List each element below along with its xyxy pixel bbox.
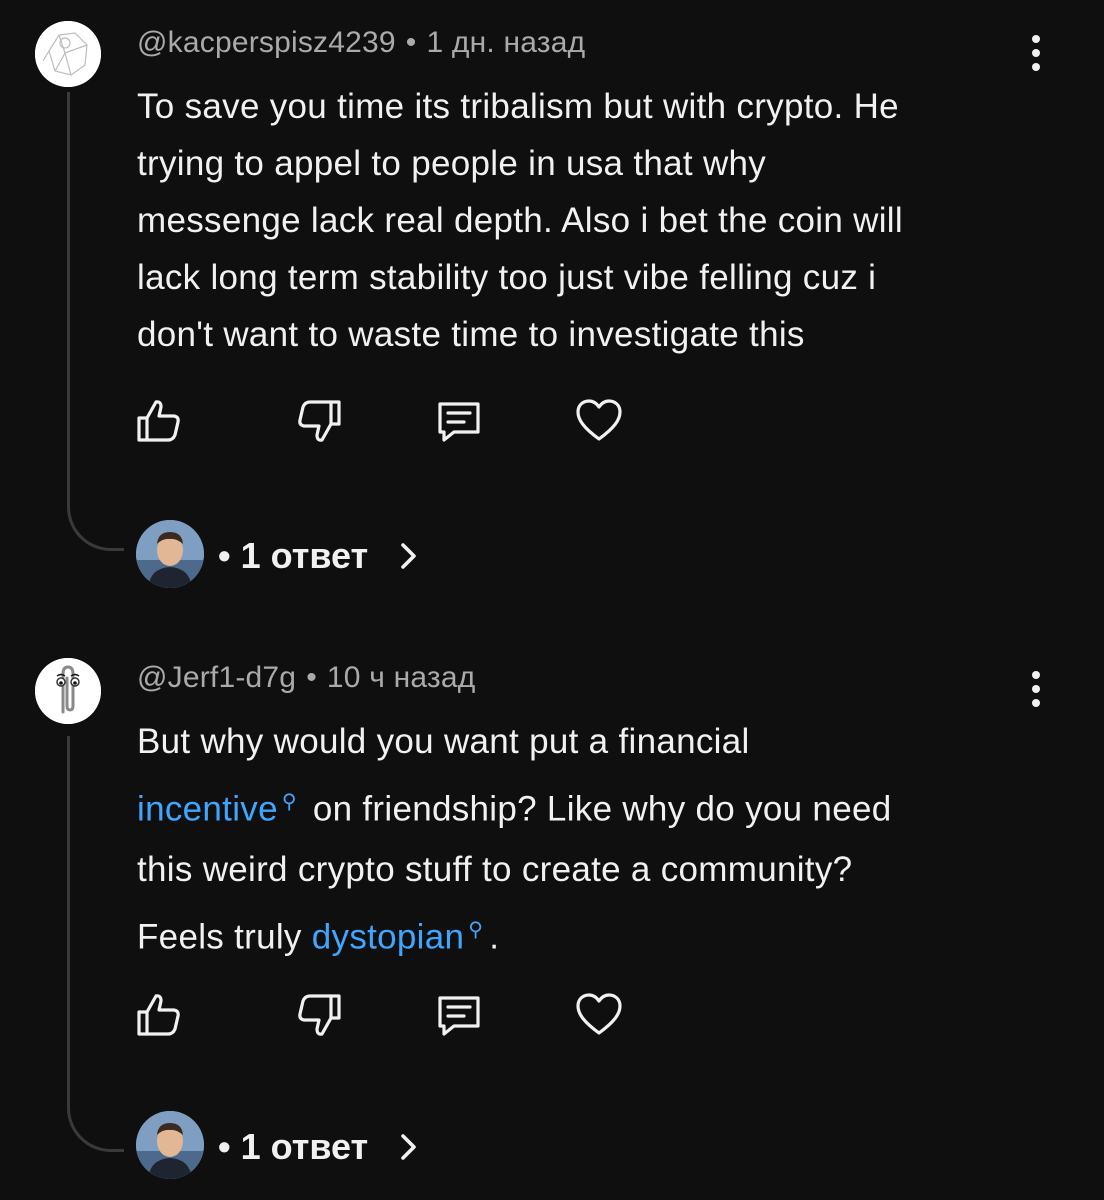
comment-text-line: messenge lack real depth. Also i bet the… <box>137 201 903 240</box>
search-suggestion-link[interactable]: dystopian <box>312 917 465 956</box>
comment-text-line: trying to appel to people in usa that wh… <box>137 144 767 183</box>
heart-button[interactable] <box>574 396 624 446</box>
replies-count: • 1 ответ <box>218 535 369 576</box>
thread-connector <box>67 92 124 551</box>
comment-text-line: this weird crypto stuff to create a comm… <box>137 849 853 889</box>
comment-text: But why would you want put a financial i… <box>137 712 1037 967</box>
comment-text: To save you time its tribalism but with … <box>137 78 1037 363</box>
comment-text-fragment: Feels truly <box>137 917 302 957</box>
comment-icon <box>438 402 480 442</box>
comment-text-line: don't want to waste time to investigate … <box>137 315 805 354</box>
thumbs-down-icon <box>298 994 341 1036</box>
replies-count: • 1 ответ <box>218 1126 369 1167</box>
thumbs-down-icon <box>298 400 341 442</box>
replier-avatar <box>136 520 204 588</box>
comment-meta: @Jerf1-d7g • 10 ч назад <box>137 661 475 695</box>
comment-time: 10 ч назад <box>326 661 476 694</box>
sketch-avatar-icon <box>35 21 101 87</box>
comment-text-line: lack long term stability too just vibe f… <box>137 258 877 297</box>
author-handle[interactable]: @kacperspisz4239 <box>137 26 396 59</box>
person-avatar-icon <box>136 1111 204 1179</box>
meta-separator: • <box>306 661 317 694</box>
like-button[interactable] <box>134 396 184 446</box>
like-button[interactable] <box>134 990 184 1040</box>
comment-time: 1 дн. назад <box>426 26 586 59</box>
more-vertical-icon[interactable] <box>1022 35 1050 75</box>
comment-icon <box>438 996 480 1036</box>
comment-actions <box>134 990 634 1040</box>
person-avatar-icon <box>136 520 204 588</box>
heart-icon <box>576 399 622 441</box>
meta-separator: • <box>405 26 417 59</box>
reply-button[interactable] <box>434 396 484 446</box>
thread-connector <box>67 736 124 1152</box>
search-suggestion-link[interactable]: incentive <box>137 790 278 829</box>
replier-avatar <box>136 1111 204 1179</box>
dislike-button[interactable] <box>294 990 344 1040</box>
comment-text-line: incentive ⚲ on friendship? Like why do yo… <box>137 772 1037 840</box>
comment-item: @kacperspisz4239 • 1 дн. назад To save you… <box>0 0 1104 600</box>
heart-button[interactable] <box>574 990 624 1040</box>
comment-text-line: Feels truly dystopian ⚲. <box>137 900 1037 968</box>
more-vertical-icon[interactable] <box>1022 671 1050 711</box>
author-handle[interactable]: @Jerf1-d7g <box>137 661 296 694</box>
comment-actions <box>134 396 634 446</box>
comment-item: @Jerf1-d7g • 10 ч назад But why would you … <box>0 636 1104 1200</box>
author-avatar[interactable] <box>35 21 101 87</box>
reply-button[interactable] <box>434 990 484 1040</box>
comment-text-fragment: . <box>489 917 500 957</box>
comment-text-line: To save you time its tribalism but with … <box>137 87 899 126</box>
search-icon[interactable]: ⚲ <box>282 791 297 813</box>
comment-text-line: But why would you want put a financial <box>137 722 750 761</box>
author-avatar[interactable] <box>35 658 101 724</box>
chevron-right-icon <box>401 543 416 569</box>
comment-text-fragment: on friendship? Like why do you need <box>312 789 892 829</box>
thumbs-up-icon <box>137 994 180 1036</box>
heart-icon <box>576 993 622 1035</box>
thumbs-up-icon <box>137 400 180 442</box>
paperclip-avatar-icon <box>35 658 101 724</box>
dislike-button[interactable] <box>294 396 344 446</box>
search-icon[interactable]: ⚲ <box>468 919 483 941</box>
chevron-right-icon <box>401 1134 416 1160</box>
comment-meta: @kacperspisz4239 • 1 дн. назад <box>137 26 585 60</box>
